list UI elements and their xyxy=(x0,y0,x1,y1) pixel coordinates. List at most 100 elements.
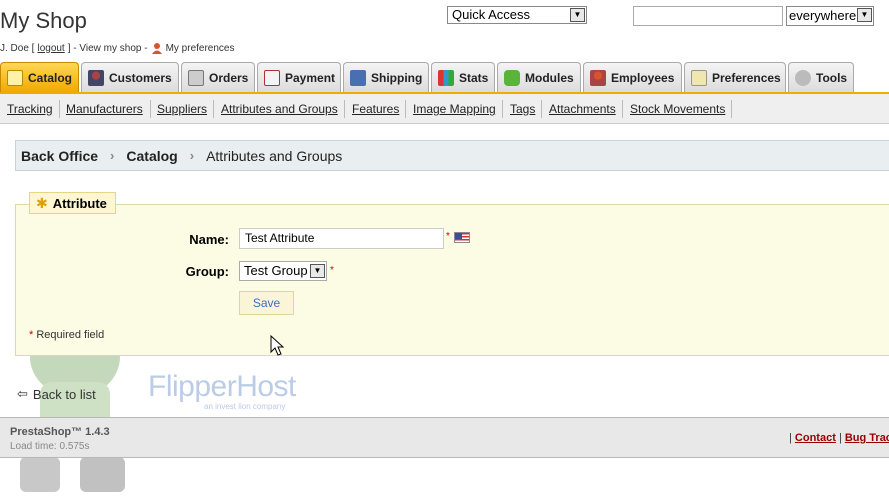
chevron-down-icon[interactable]: ▼ xyxy=(857,8,872,22)
tab-label: Tools xyxy=(816,70,848,85)
chevron-right-icon: › xyxy=(189,148,195,163)
submenu-attributes-groups[interactable]: Attributes and Groups xyxy=(221,102,338,116)
catalog-icon xyxy=(7,69,23,86)
footer-separator: | xyxy=(838,432,842,444)
submenu-attachments[interactable]: Attachments xyxy=(549,102,616,116)
logout-link[interactable]: logout xyxy=(37,43,64,54)
quick-access-select[interactable]: Quick Access ▼ xyxy=(447,6,587,24)
tab-customers[interactable]: Customers xyxy=(81,62,179,92)
back-label: Back to list xyxy=(32,386,96,402)
breadcrumb-back-office[interactable]: Back Office xyxy=(21,148,98,164)
submenu-divider xyxy=(502,100,503,118)
tab-stats[interactable]: Stats xyxy=(431,62,495,92)
user-icon xyxy=(151,43,162,54)
tab-payment[interactable]: Payment xyxy=(257,62,341,92)
submenu-tracking[interactable]: Tracking xyxy=(7,102,53,116)
payment-icon xyxy=(264,69,280,86)
tab-catalog[interactable]: Catalog xyxy=(0,62,79,92)
tab-modules[interactable]: Modules xyxy=(497,62,581,92)
name-label: Name: xyxy=(189,232,229,247)
wrench-icon xyxy=(795,69,811,86)
tab-label: Preferences xyxy=(712,70,781,85)
tab-label: Customers xyxy=(109,70,172,85)
chevron-down-icon[interactable]: ▼ xyxy=(310,264,325,278)
required-field-note: * Required field xyxy=(29,329,104,341)
view-shop-link[interactable]: ] - View my shop - xyxy=(68,43,148,54)
breadcrumb: Back Office › Catalog › Attributes and G… xyxy=(15,140,889,171)
submenu-divider xyxy=(731,100,732,118)
submenu-image-mapping[interactable]: Image Mapping xyxy=(413,102,496,116)
submenu-stock-movements[interactable]: Stock Movements xyxy=(630,102,725,116)
save-button[interactable]: Save xyxy=(239,291,294,315)
tab-label: Orders xyxy=(209,70,249,85)
submenu-manufacturers[interactable]: Manufacturers xyxy=(66,102,143,116)
contact-link[interactable]: Contact xyxy=(795,432,836,444)
attribute-fieldset xyxy=(15,204,889,356)
watermark-tagline: an invest lion company xyxy=(204,402,286,411)
search-scope-label: everywhere xyxy=(789,8,857,23)
name-required-mark: * xyxy=(446,231,450,242)
shop-title: My Shop xyxy=(0,8,87,33)
user-line: J. Doe [ logout ] - View my shop - My pr… xyxy=(0,42,234,54)
tab-label: Stats xyxy=(459,70,489,85)
submenu-divider xyxy=(59,100,60,118)
customers-icon xyxy=(88,69,104,86)
required-note-mark: * xyxy=(29,329,34,341)
prestashop-version: PrestaShop™ 1.4.3 xyxy=(10,426,110,438)
stats-icon xyxy=(438,69,454,86)
submenu-suppliers[interactable]: Suppliers xyxy=(157,102,207,116)
chevron-right-icon: › xyxy=(110,148,115,163)
tab-shipping[interactable]: Shipping xyxy=(343,62,429,92)
truck-icon xyxy=(350,69,366,86)
name-field[interactable]: Test Attribute xyxy=(239,228,444,249)
employees-icon xyxy=(590,69,606,86)
group-required-mark: * xyxy=(330,265,334,276)
tab-label: Employees xyxy=(611,70,675,85)
bug-tracker-link[interactable]: Bug Tracker xyxy=(845,432,889,444)
tab-label: Modules xyxy=(525,70,574,85)
attribute-star-icon: ✱ xyxy=(36,194,48,211)
legend-label: Attribute xyxy=(52,195,107,211)
search-scope-select[interactable]: everywhere ▼ xyxy=(786,6,874,26)
main-tabs: Catalog Customers Orders Payment Shippin… xyxy=(0,62,889,92)
submenu-divider xyxy=(213,100,214,118)
attribute-legend: ✱ Attribute xyxy=(29,192,116,214)
header: My Shop J. Doe [ logout ] - View my shop… xyxy=(0,0,889,60)
submenu-features[interactable]: Features xyxy=(352,102,399,116)
tab-employees[interactable]: Employees xyxy=(583,62,682,92)
footer-links: | Contact | Bug Tracker xyxy=(789,432,889,444)
footer-separator: | xyxy=(789,432,792,444)
required-note-text: Required field xyxy=(36,329,105,341)
watermark-logo: FlipperHost xyxy=(148,370,296,403)
arrow-left-icon: ⇦ xyxy=(17,386,28,401)
breadcrumb-catalog[interactable]: Catalog xyxy=(126,148,177,164)
catalog-submenu: Tracking Manufacturers Suppliers Attribu… xyxy=(0,92,889,124)
mouse-cursor-icon xyxy=(270,335,285,356)
tab-orders[interactable]: Orders xyxy=(181,62,255,92)
back-to-list-link[interactable]: ⇦ Back to list xyxy=(17,386,96,402)
group-label: Group: xyxy=(185,264,229,279)
my-preferences-link[interactable]: My preferences xyxy=(166,43,235,54)
group-selected-value: Test Group xyxy=(244,263,308,278)
us-flag-icon[interactable] xyxy=(454,232,470,243)
breadcrumb-current: Attributes and Groups xyxy=(206,147,343,164)
quick-access-label: Quick Access xyxy=(452,7,531,22)
chevron-down-icon[interactable]: ▼ xyxy=(570,8,585,22)
user-name: J. Doe [ xyxy=(0,42,35,54)
submenu-divider xyxy=(150,100,151,118)
tab-label: Catalog xyxy=(28,70,73,85)
submenu-divider xyxy=(344,100,345,118)
submenu-divider xyxy=(405,100,406,118)
group-select[interactable]: Test Group ▼ xyxy=(239,261,327,281)
tab-label: Payment xyxy=(285,70,336,85)
tab-tools[interactable]: Tools xyxy=(788,62,854,92)
submenu-divider xyxy=(541,100,542,118)
submenu-divider xyxy=(622,100,623,118)
puzzle-icon xyxy=(504,69,520,86)
search-input[interactable] xyxy=(633,6,783,26)
footer: PrestaShop™ 1.4.3 Load time: 0.575s | Co… xyxy=(0,417,889,458)
submenu-tags[interactable]: Tags xyxy=(510,102,535,116)
cart-icon xyxy=(188,69,204,86)
load-time: Load time: 0.575s xyxy=(10,441,90,452)
tab-preferences[interactable]: Preferences xyxy=(684,62,786,92)
